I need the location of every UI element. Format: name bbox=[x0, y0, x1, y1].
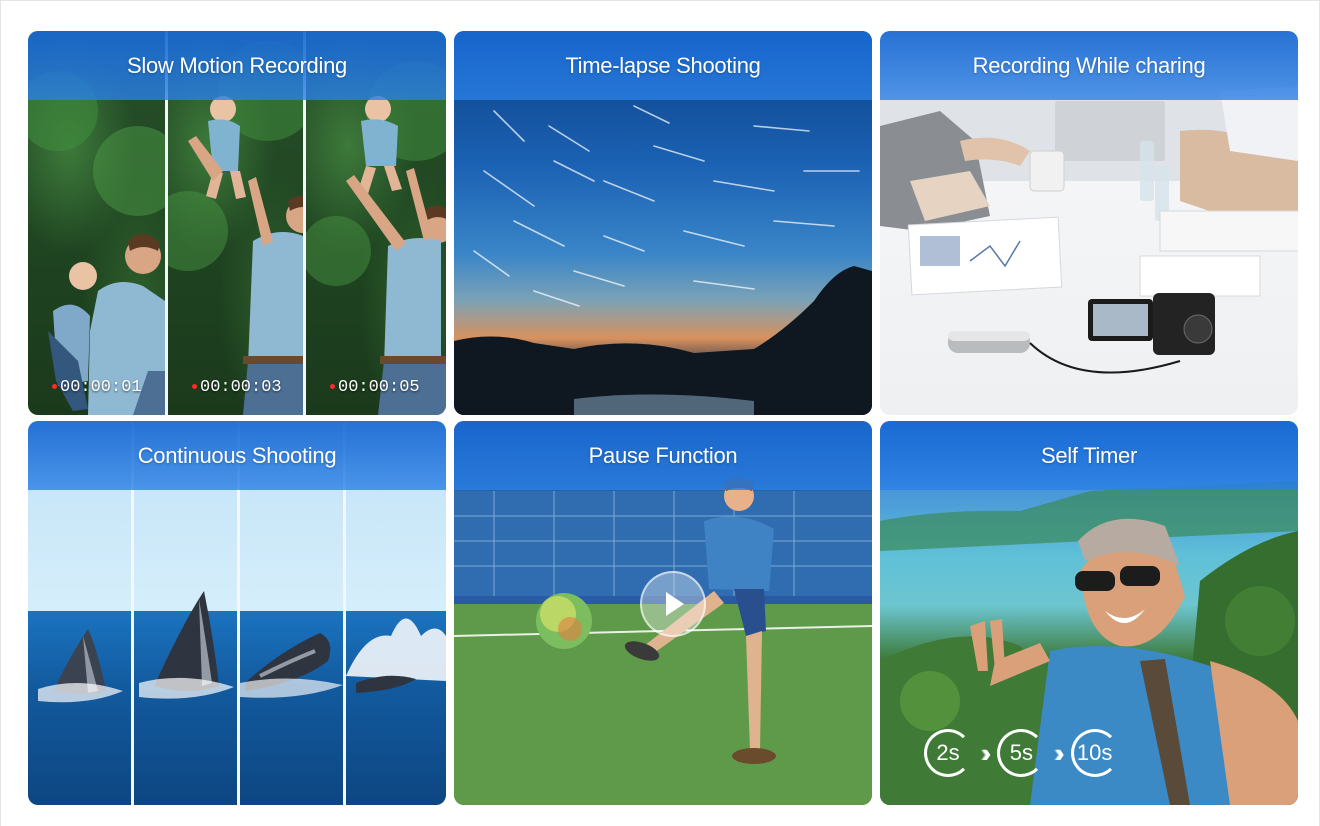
tile-banner: Self Timer bbox=[880, 421, 1298, 490]
timer-icon: 2s bbox=[924, 729, 972, 777]
tile-time-lapse: Time-lapse Shooting bbox=[454, 31, 872, 415]
tile-banner: Continuous Shooting bbox=[28, 421, 446, 490]
tile-title: Continuous Shooting bbox=[137, 442, 337, 468]
tile-slow-motion: Slow Motion Recording 00:00:01 00:00:03 … bbox=[28, 31, 446, 415]
tile-self-timer: Self Timer 2s ››››› 5s ››››› 10s bbox=[880, 421, 1298, 805]
timer-icon: 10s bbox=[1070, 729, 1119, 777]
frame-divider bbox=[131, 490, 134, 805]
tile-pause-function: Pause Function bbox=[454, 421, 872, 805]
timer-5s-label: 5s bbox=[1009, 740, 1033, 765]
frame-divider bbox=[237, 490, 240, 805]
chevron-right-icon: ››››› bbox=[1053, 737, 1065, 768]
tile-banner: Slow Motion Recording bbox=[28, 31, 446, 100]
tile-title: Slow Motion Recording bbox=[127, 52, 347, 78]
tile-title: Recording While charing bbox=[972, 52, 1206, 78]
timecode: 00:00:01 bbox=[60, 378, 142, 397]
record-dot bbox=[52, 384, 57, 389]
tile-title: Time-lapse Shooting bbox=[565, 52, 761, 78]
play-button[interactable] bbox=[640, 571, 706, 637]
record-dot bbox=[330, 384, 335, 389]
frame-divider bbox=[343, 490, 346, 805]
feature-grid: Slow Motion Recording 00:00:01 00:00:03 … bbox=[28, 31, 1300, 807]
tile-title: Pause Function bbox=[588, 442, 738, 468]
timer-10s-label: 10s bbox=[1076, 740, 1113, 765]
chevron-right-icon: ››››› bbox=[980, 737, 992, 768]
record-dot bbox=[192, 384, 197, 389]
tile-continuous-shooting: Continuous Shooting bbox=[28, 421, 446, 805]
timecode: 00:00:05 bbox=[338, 378, 420, 397]
tile-recording-while-charging: Recording While charing bbox=[880, 31, 1298, 415]
play-icon bbox=[666, 592, 684, 616]
tile-title: Self Timer bbox=[1040, 442, 1138, 468]
tile-banner: Time-lapse Shooting bbox=[454, 31, 872, 100]
timer-icon: 5s bbox=[997, 729, 1046, 777]
timecode: 00:00:03 bbox=[200, 378, 282, 397]
timer-options: 2s ››››› 5s ››››› 10s bbox=[924, 729, 1119, 777]
tile-banner: Pause Function bbox=[454, 421, 872, 490]
tile-banner: Recording While charing bbox=[880, 31, 1298, 100]
timer-2s-label: 2s bbox=[936, 740, 960, 765]
